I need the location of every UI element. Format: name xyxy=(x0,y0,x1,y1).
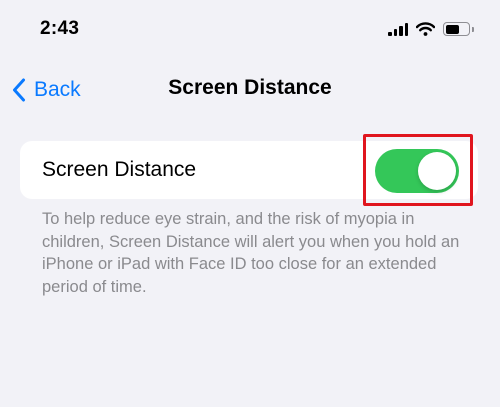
toggle-knob xyxy=(418,152,456,190)
setting-label: Screen Distance xyxy=(42,158,197,181)
battery-icon xyxy=(443,22,474,36)
status-icons xyxy=(388,20,474,38)
page-title: Screen Distance xyxy=(168,76,332,99)
navigation-bar: Back Screen Distance xyxy=(0,70,500,110)
screen-distance-toggle[interactable] xyxy=(375,149,459,193)
settings-screen: 2:43 Back Screen Distance Screen Distanc… xyxy=(0,0,500,407)
wifi-icon xyxy=(416,22,435,36)
cellular-signal-icon xyxy=(388,22,408,36)
battery-level xyxy=(445,24,459,34)
setting-description: To help reduce eye strain, and the risk … xyxy=(42,210,460,296)
status-time: 2:43 xyxy=(40,18,80,39)
